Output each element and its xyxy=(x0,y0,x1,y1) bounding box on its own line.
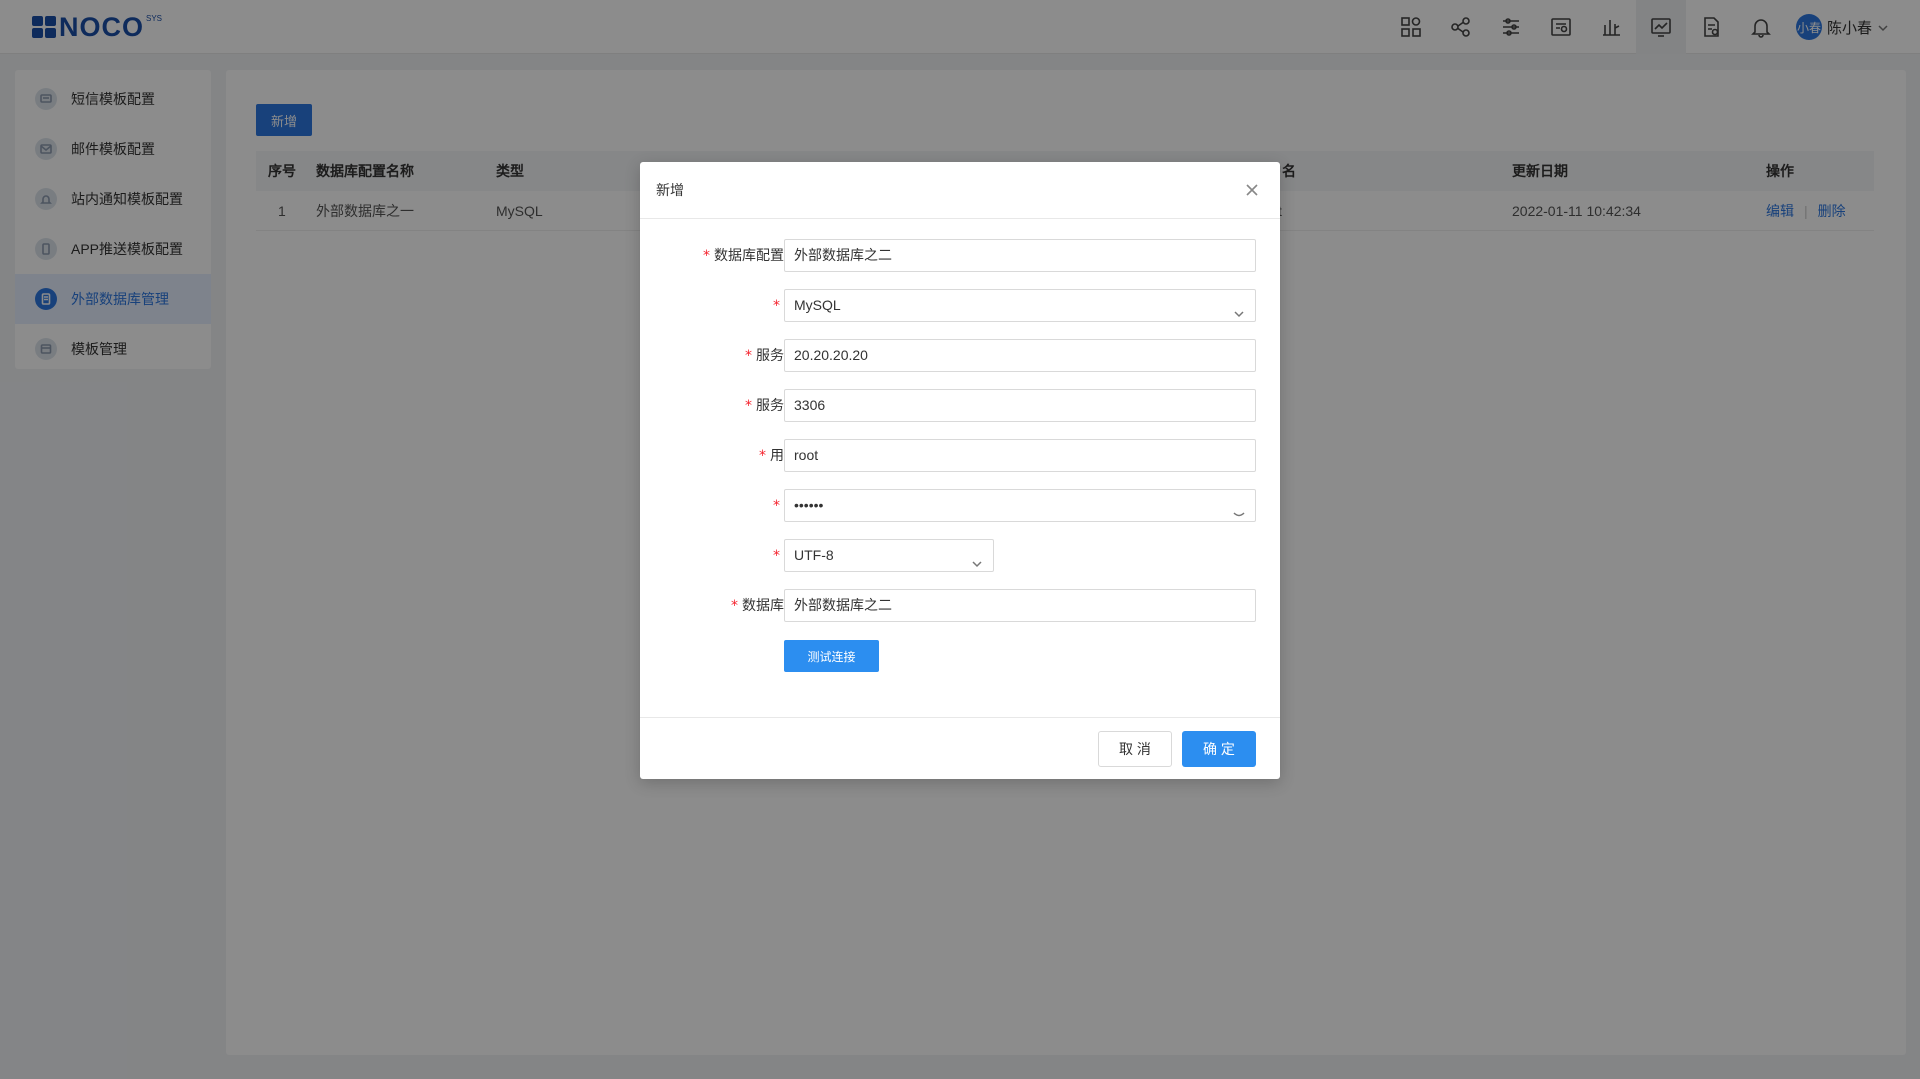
form-row-host: *服务地址 20.20.20.20 xyxy=(640,339,1280,372)
port-input[interactable]: 3306 xyxy=(784,389,1256,422)
cancel-button[interactable]: 取 消 xyxy=(1098,731,1172,767)
encoding-select[interactable]: UTF-8 xyxy=(784,539,994,572)
form-row-port: *服务端口 3306 xyxy=(640,389,1280,422)
modal-title: 新增 xyxy=(656,182,684,198)
host-input[interactable]: 20.20.20.20 xyxy=(784,339,1256,372)
form-row-type: *类型 MySQL xyxy=(640,289,1280,322)
encoding-select-value: UTF-8 xyxy=(794,547,834,563)
form-row-config-name: * 数据库配置名称 外部数据库之二 xyxy=(640,239,1280,272)
confirm-button[interactable]: 确 定 xyxy=(1182,731,1256,767)
username-input[interactable]: root xyxy=(784,439,1256,472)
db-name-input[interactable]: 外部数据库之二 xyxy=(784,589,1256,622)
modal-footer: 取 消 确 定 xyxy=(640,717,1280,779)
form-row-username: *用户名 root xyxy=(640,439,1280,472)
password-input[interactable]: •••••• xyxy=(784,489,1256,522)
add-db-modal: 新增 *数据库配置名称 外部数据库之二 *类型 MySQL *服务地址 20.2… xyxy=(640,162,1280,779)
form-row-encoding: *编码 UTF-8 xyxy=(640,539,1280,572)
form-row-db-name: * 数据库名称 外部数据库之二 xyxy=(640,589,1280,622)
type-select-value: MySQL xyxy=(794,297,841,313)
chevron-down-icon xyxy=(1233,300,1245,318)
modal-header: 新增 xyxy=(640,162,1280,219)
chevron-down-icon xyxy=(971,550,983,568)
config-name-input[interactable]: 外部数据库之二 xyxy=(784,239,1256,272)
eye-closed-icon[interactable] xyxy=(1233,500,1245,517)
close-icon[interactable] xyxy=(1244,182,1260,198)
form-row-password: *密码 •••••• xyxy=(640,489,1280,522)
password-value: •••••• xyxy=(794,497,824,513)
test-connection-button[interactable]: 测试连接 xyxy=(784,640,879,672)
type-select[interactable]: MySQL xyxy=(784,289,1256,322)
